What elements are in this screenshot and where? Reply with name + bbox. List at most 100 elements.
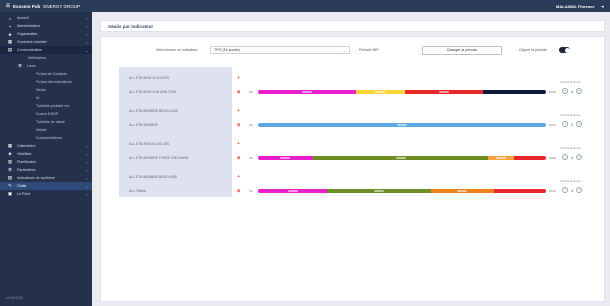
threshold-slider[interactable] [258, 189, 546, 193]
threshold-segment[interactable] [355, 90, 405, 94]
sidebar-subitem[interactable]: Documentations [0, 134, 92, 142]
indicator-name: ALL-ETB-MEMBRE [129, 123, 158, 127]
sidebar-subitem[interactable]: Doctos ENOP [0, 110, 92, 118]
slider-handle[interactable] [373, 190, 384, 192]
threshold-segment[interactable] [494, 189, 546, 193]
stats-icon: ▨ [7, 175, 13, 180]
threshold-segment[interactable] [404, 90, 483, 94]
threshold-count-title: Nombre de Seuils [560, 180, 581, 183]
sidebar-subitem[interactable]: Mixtes [0, 126, 92, 134]
sidebar-item[interactable]: ✎ Outils ‹ [0, 182, 92, 190]
scale-min-label: 0% [249, 123, 254, 127]
add-threshold-icon[interactable]: + [237, 141, 240, 147]
delete-icon[interactable]: ⊠ [237, 188, 240, 193]
minus-icon[interactable]: − [562, 88, 568, 94]
indicator-row: ALL-ETB-BENCH-SOLVES + [119, 71, 599, 85]
menu-icon[interactable]: ☰ [6, 3, 10, 9]
scale-max-label: 100% [549, 123, 557, 127]
sidebar-item[interactable]: ⚙ Paramètres ‹ [0, 166, 92, 174]
indicator-name: ALL-ETB-BENCH-AXE-BIS [129, 142, 170, 146]
threshold-segment[interactable] [258, 123, 546, 127]
indicator-row: ALL-ETB-BENCH-BLANK-ITEM ⊠ 0% 100% Nombre de… [119, 81, 599, 99]
indicator-row: ALL-ETB-BENCH-AXE-BIS + [119, 137, 599, 151]
threshold-slider[interactable] [258, 123, 546, 127]
threshold-count-stepper: −4 + [562, 187, 583, 193]
threshold-slider[interactable] [258, 90, 546, 94]
plus-icon[interactable]: + [576, 121, 583, 127]
sidebar-subitem[interactable]: Tutoriels youtube ent. [0, 102, 92, 110]
threshold-segment[interactable] [258, 189, 328, 193]
threshold-segment[interactable] [482, 90, 546, 94]
threshold-slider[interactable] [258, 156, 546, 160]
indicator-select[interactable]: TPO (1e année) ⌄ [210, 46, 350, 54]
sidebar-item[interactable]: ▣ Le Point ‹ [0, 190, 92, 198]
sidebar-subitem[interactable]: Webinaires [0, 54, 92, 62]
indicator-row: ALL-Thème ⊠ 0% 100% Nombre de Seuils −4 + [119, 180, 599, 198]
scale-max-label: 100% [549, 90, 557, 94]
sidebar-item[interactable]: ▦ Ouverture chantier ‹ [0, 38, 92, 46]
home-icon: ⌂ [8, 15, 12, 21]
sidebar-item[interactable]: ▪ Administration ‹ [0, 22, 92, 30]
chevron-icon: ‹ [86, 191, 88, 197]
sidebar-subitem-label: Documentations [36, 136, 62, 140]
sidebar-item-label: Le Point [17, 192, 31, 196]
plus-icon[interactable]: + [576, 187, 583, 193]
content-panel: Sélectionner un indicateur TPO (1e année… [100, 36, 605, 302]
logout-icon[interactable]: ⇥ [601, 4, 604, 9]
delete-icon[interactable]: ⊠ [237, 122, 240, 127]
threshold-segment[interactable] [258, 156, 313, 160]
delete-icon[interactable]: ⊠ [237, 89, 240, 94]
slider-handle[interactable] [438, 91, 449, 93]
slider-handle[interactable] [375, 91, 386, 93]
sidebar-subitem[interactable]: Seuils [0, 86, 92, 94]
sidebar-item[interactable]: ♣ Organisation ‹ [0, 30, 92, 38]
add-threshold-icon[interactable]: + [237, 75, 240, 81]
sidebar-item[interactable]: ▨ Indicateurs de synthèse ‹ [0, 174, 92, 182]
sidebar-item[interactable]: ▥ Planification ‹ [0, 158, 92, 166]
grid-icon: ▤ [7, 47, 13, 52]
threshold-segment[interactable] [327, 189, 431, 193]
slider-handle[interactable] [301, 91, 312, 93]
sidebar-subitem[interactable]: Fiches des indicateurs [0, 78, 92, 86]
sidebar-item[interactable]: ⌂ Accueil ‹ [0, 14, 92, 22]
indicator-name: ALL-ETB-MEMBRE-BENCH-BIS [129, 175, 177, 179]
delete-icon[interactable]: ⊠ [237, 155, 240, 160]
indicator-name: ALL-ETB-MEMBRE-BENCH-AXE [129, 109, 179, 113]
indicator-row: ALL-ETB-MEMBRE-BENCH-BIS + [119, 170, 599, 184]
threshold-segment[interactable] [514, 156, 546, 160]
sidebar-item[interactable]: ▤ Communication ⌄ [0, 46, 92, 54]
minus-icon[interactable]: − [562, 154, 568, 160]
sidebar-subitem[interactable]: ⚙ Liens [0, 62, 92, 70]
sidebar-subitem[interactable]: Tutoriels de saisie [0, 118, 92, 126]
threshold-segment[interactable] [430, 189, 495, 193]
slider-handle[interactable] [287, 190, 298, 192]
app-brand[interactable]: ☰ Ecosmo Pub ENERGY GROUP [6, 3, 80, 9]
user-name[interactable]: MALANDIL Florence [556, 4, 595, 9]
indicator-name: ALL-ETB-BENCH-SOLVES [129, 76, 170, 80]
plus-icon[interactable]: + [576, 154, 583, 160]
sidebar-subitem[interactable]: IA [0, 94, 92, 102]
page-header: Seuils par indicateur [100, 20, 605, 32]
minus-icon[interactable]: − [562, 121, 568, 127]
add-threshold-icon[interactable]: + [237, 174, 240, 180]
add-threshold-icon[interactable]: + [237, 108, 240, 114]
slider-handle[interactable] [457, 190, 468, 192]
threshold-segment[interactable] [258, 90, 356, 94]
threshold-count-stepper: −4 + [562, 154, 583, 160]
minus-icon[interactable]: − [562, 187, 568, 193]
indicator-name: ALL-ETB-BENCH-BLANK-ITEM [129, 90, 176, 94]
slider-handle[interactable] [280, 157, 291, 159]
sidebar-subitem[interactable]: Fiches de Contacts [0, 70, 92, 78]
indicator-row: ALL-ETB-MEMBRE-FORCE-ENCHAINE ⊠ 0% 100% Nomb… [119, 147, 599, 165]
slider-handle[interactable] [395, 157, 406, 159]
period-toggle[interactable] [559, 47, 570, 53]
sidebar-item[interactable]: ◈ Vitalitiest ‹ [0, 150, 92, 158]
threshold-segment[interactable] [312, 156, 489, 160]
plus-icon[interactable]: + [576, 88, 583, 94]
sidebar-item[interactable]: ▦ Calendriers ‹ [0, 142, 92, 150]
slider-handle[interactable] [496, 157, 507, 159]
slider-handle[interactable] [397, 124, 407, 126]
org-icon: ♣ [8, 31, 12, 37]
change-period-button[interactable]: Changer la période [422, 45, 502, 55]
threshold-segment[interactable] [488, 156, 515, 160]
